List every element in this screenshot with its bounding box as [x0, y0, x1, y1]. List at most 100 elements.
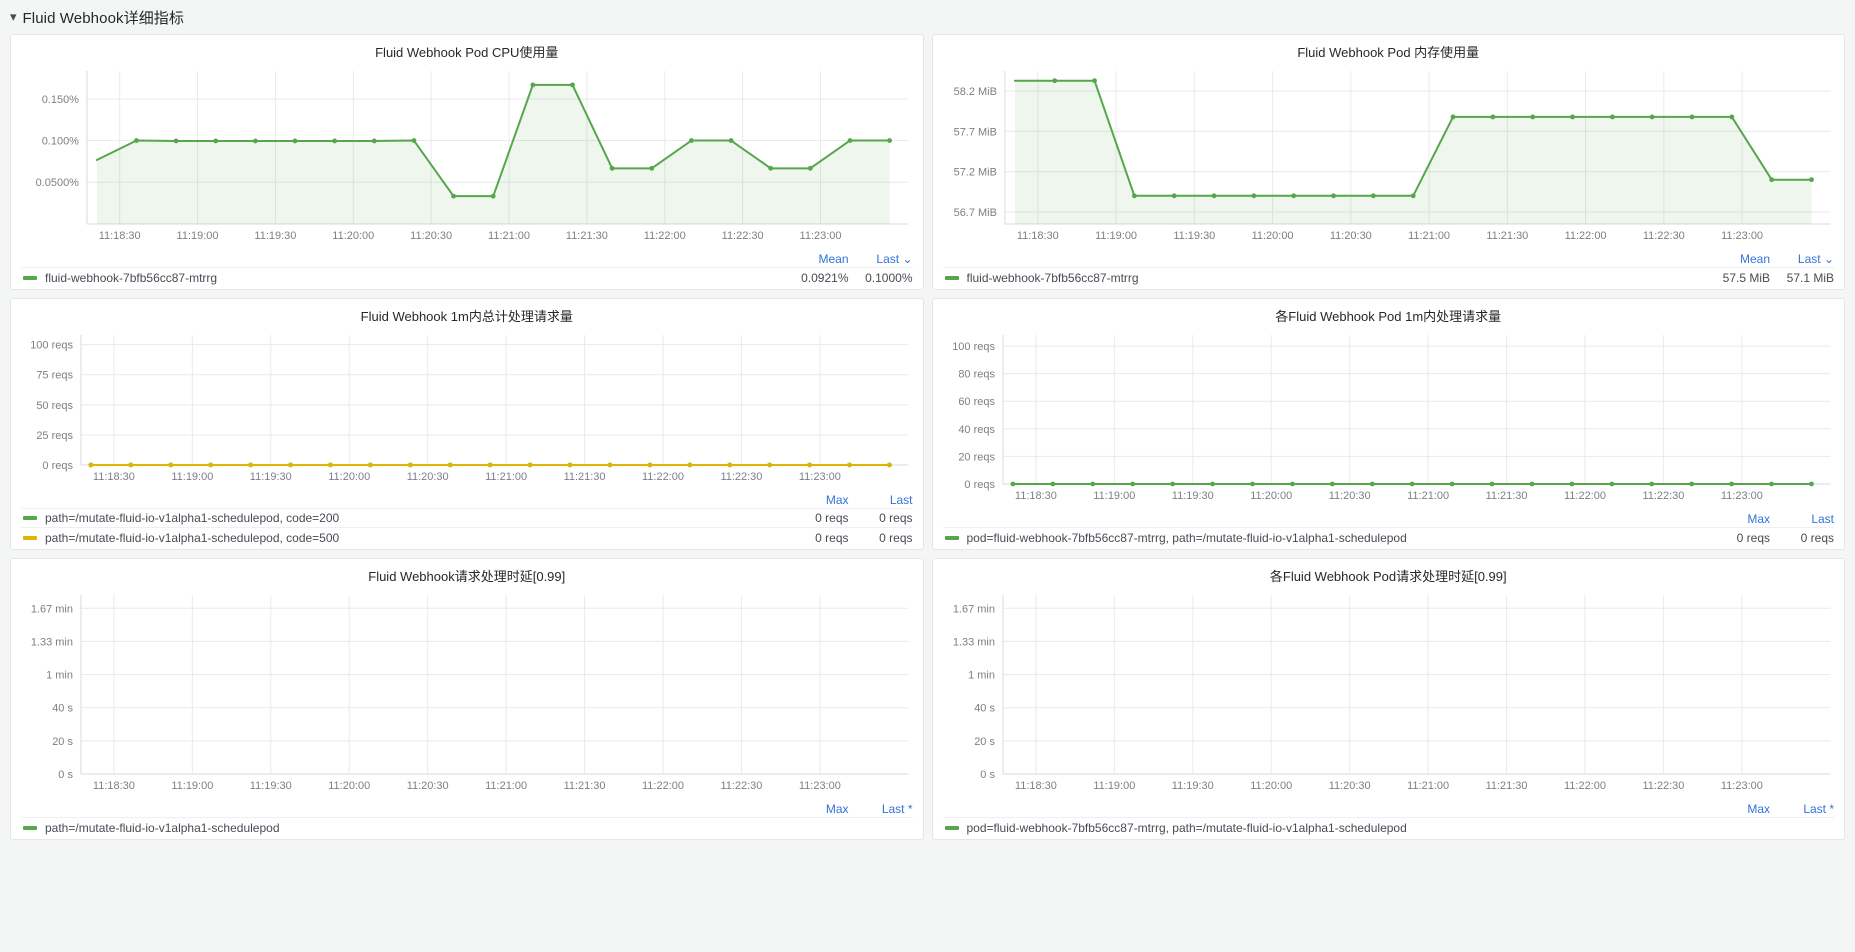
svg-text:1.67 min: 1.67 min — [31, 603, 73, 615]
series-label[interactable]: path=/mutate-fluid-io-v1alpha1-schedulep… — [45, 531, 785, 545]
svg-text:11:20:00: 11:20:00 — [332, 230, 374, 242]
legend-col-last[interactable]: Last ⌄ — [1770, 252, 1834, 266]
svg-text:11:19:00: 11:19:00 — [177, 230, 219, 242]
svg-text:11:21:00: 11:21:00 — [485, 780, 527, 792]
legend-item[interactable]: pod=fluid-webhook-7bfb56cc87-mtrrg, path… — [943, 528, 1834, 547]
legend-mem: Mean Last ⌄ fluid-webhook-7bfb56cc87-mtr… — [933, 250, 1845, 289]
plot-area-reqs-per-pod[interactable]: 0 reqs 20 reqs 40 reqs 60 reqs 80 reqs 100 re… — [933, 325, 1845, 510]
svg-text:11:22:00: 11:22:00 — [1564, 780, 1606, 792]
series-label[interactable]: fluid-webhook-7bfb56cc87-mtrrg — [967, 271, 1707, 285]
svg-text:11:19:30: 11:19:30 — [254, 230, 296, 242]
legend-rows: path=/mutate-fluid-io-v1alpha1-schedulep… — [21, 817, 913, 837]
series-label[interactable]: fluid-webhook-7bfb56cc87-mtrrg — [45, 271, 785, 285]
svg-text:0 s: 0 s — [980, 769, 995, 781]
legend-header: Max Last * — [943, 800, 1834, 817]
plot-area-latency[interactable]: 0 s 20 s 40 s 1 min 1.33 min 1.67 min 11:18:30… — [11, 585, 923, 800]
svg-text:11:20:30: 11:20:30 — [407, 471, 449, 483]
svg-text:20 s: 20 s — [52, 736, 73, 748]
svg-text:0 reqs: 0 reqs — [964, 479, 995, 491]
legend-col-mean[interactable]: Mean — [1706, 252, 1770, 266]
svg-text:11:19:00: 11:19:00 — [1093, 780, 1135, 792]
svg-text:0 reqs: 0 reqs — [42, 460, 73, 472]
legend-header: Mean Last ⌄ — [21, 250, 912, 267]
legend-col-max[interactable]: Max — [1706, 802, 1770, 816]
legend-col-max[interactable]: Max — [1706, 512, 1770, 526]
svg-text:25 reqs: 25 reqs — [36, 430, 73, 442]
plot-area-reqs-total[interactable]: 0 reqs 25 reqs 50 reqs 75 reqs 100 reqs 11:18… — [11, 325, 923, 491]
svg-text:11:20:00: 11:20:00 — [1251, 230, 1293, 242]
panel-title: Fluid Webhook Pod CPU使用量 — [375, 45, 559, 60]
legend-col-max[interactable]: Max — [785, 802, 849, 816]
legend-reqs-total: Max Last path=/mutate-fluid-io-v1alpha1-… — [11, 491, 923, 549]
panel-title: Fluid Webhook Pod 内存使用量 — [1297, 45, 1480, 60]
series-last-value: 0 reqs — [1800, 530, 1834, 545]
series-max-value: 0 reqs — [1736, 530, 1770, 545]
svg-text:80 reqs: 80 reqs — [958, 369, 995, 381]
svg-text:11:22:00: 11:22:00 — [1564, 490, 1606, 502]
series-label[interactable]: path=/mutate-fluid-io-v1alpha1-schedulep… — [45, 511, 785, 525]
legend-col-last[interactable]: Last * — [1770, 802, 1834, 816]
svg-text:11:23:00: 11:23:00 — [1721, 230, 1763, 242]
svg-text:60 reqs: 60 reqs — [958, 396, 995, 408]
panel-reqs-per-pod: 各Fluid Webhook Pod 1m内处理请求量 0 reqs 20 req… — [931, 298, 1845, 550]
legend-item[interactable]: path=/mutate-fluid-io-v1alpha1-schedulep… — [21, 528, 913, 547]
legend-reqs-per-pod: Max Last pod=fluid-webhook-7bfb56cc87-mt… — [933, 510, 1845, 549]
svg-text:11:20:30: 11:20:30 — [1328, 490, 1370, 502]
legend-item[interactable]: path=/mutate-fluid-io-v1alpha1-schedulep… — [21, 818, 913, 837]
svg-text:11:21:00: 11:21:00 — [488, 230, 530, 242]
svg-text:11:18:30: 11:18:30 — [99, 230, 141, 242]
panel-cpu: Fluid Webhook Pod CPU使用量 0.0500% 0.100% 0.… — [10, 34, 924, 290]
legend-rows: path=/mutate-fluid-io-v1alpha1-schedulep… — [21, 508, 913, 547]
chart-svg: 0 s 20 s 40 s 1 min 1.33 min 1.67 min 11:18:30… — [952, 595, 1831, 792]
svg-text:11:21:00: 11:21:00 — [1407, 780, 1449, 792]
legend-col-last[interactable]: Last — [849, 493, 913, 507]
svg-text:100 reqs: 100 reqs — [30, 340, 73, 352]
svg-text:11:20:00: 11:20:00 — [328, 780, 370, 792]
series-label[interactable]: pod=fluid-webhook-7bfb56cc87-mtrrg, path… — [967, 531, 1707, 545]
svg-text:11:20:30: 11:20:30 — [410, 230, 452, 242]
panel-title: 各Fluid Webhook Pod 1m内处理请求量 — [1275, 309, 1502, 324]
plot-area-latency-per-pod[interactable]: 0 s 20 s 40 s 1 min 1.33 min 1.67 min 11:18:30… — [933, 585, 1845, 800]
grafana-dashboard: ▾ Fluid Webhook详细指标 Fluid Webhook Pod CP… — [0, 0, 1855, 952]
series-label[interactable]: path=/mutate-fluid-io-v1alpha1-schedulep… — [45, 821, 785, 835]
svg-text:11:21:00: 11:21:00 — [485, 471, 527, 483]
panel-title: Fluid Webhook请求处理时延[0.99] — [368, 569, 566, 584]
legend-latency: Max Last * path=/mutate-fluid-io-v1alpha… — [11, 800, 923, 839]
chevron-down-icon[interactable]: ▾ — [10, 10, 17, 23]
dashboard-row-header[interactable]: ▾ Fluid Webhook详细指标 — [0, 0, 1855, 34]
svg-text:11:19:00: 11:19:00 — [171, 471, 213, 483]
svg-text:11:21:00: 11:21:00 — [1407, 490, 1449, 502]
svg-text:1 min: 1 min — [46, 670, 73, 682]
svg-text:40 s: 40 s — [52, 703, 73, 715]
legend-item[interactable]: fluid-webhook-7bfb56cc87-mtrrg 0.0921% 0… — [21, 268, 913, 287]
panel-latency-per-pod: 各Fluid Webhook Pod请求处理时延[0.99] 0 s 20 s 40… — [931, 558, 1845, 840]
legend-item[interactable]: fluid-webhook-7bfb56cc87-mtrrg 57.5 MiB … — [943, 268, 1834, 287]
chart-svg: 0 reqs 25 reqs 50 reqs 75 reqs 100 reqs 11:18… — [30, 335, 909, 483]
series-last-value: 0 reqs — [879, 530, 913, 545]
legend-item[interactable]: path=/mutate-fluid-io-v1alpha1-schedulep… — [21, 509, 913, 528]
legend-col-last-label: Last — [1797, 251, 1821, 266]
legend-col-max[interactable]: Max — [785, 493, 849, 507]
legend-col-last[interactable]: Last ⌄ — [849, 252, 912, 266]
legend-col-mean[interactable]: Mean — [785, 252, 848, 266]
series-color-swatch — [23, 516, 37, 520]
legend-col-last[interactable]: Last — [1770, 512, 1834, 526]
caret-down-icon: ⌄ — [1823, 251, 1834, 266]
plot-area-cpu[interactable]: 0.0500% 0.100% 0.150% 11:18:30 11:19:00 11:19… — [11, 61, 923, 250]
svg-text:11:22:30: 11:22:30 — [720, 780, 762, 792]
plot-area-mem[interactable]: 56.7 MiB 57.2 MiB 57.7 MiB 58.2 MiB 11:18:30… — [933, 61, 1845, 250]
series-color-swatch — [944, 825, 959, 830]
legend-header: Max Last — [21, 491, 913, 508]
svg-text:20 reqs: 20 reqs — [958, 451, 995, 463]
legend-col-last[interactable]: Last * — [849, 802, 913, 816]
svg-text:1.67 min: 1.67 min — [952, 603, 994, 615]
series-label[interactable]: pod=fluid-webhook-7bfb56cc87-mtrrg, path… — [967, 821, 1707, 835]
svg-text:40 reqs: 40 reqs — [958, 424, 995, 436]
series-max-value: 0 reqs — [815, 511, 849, 525]
svg-text:11:20:00: 11:20:00 — [1250, 780, 1292, 792]
legend-rows: fluid-webhook-7bfb56cc87-mtrrg 0.0921% 0… — [21, 267, 913, 287]
legend-item[interactable]: pod=fluid-webhook-7bfb56cc87-mtrrg, path… — [943, 818, 1835, 837]
chart-svg: 0 reqs 20 reqs 40 reqs 60 reqs 80 reqs 100 re… — [952, 335, 1831, 502]
svg-text:1 min: 1 min — [968, 670, 995, 682]
svg-text:0.0500%: 0.0500% — [36, 177, 80, 189]
